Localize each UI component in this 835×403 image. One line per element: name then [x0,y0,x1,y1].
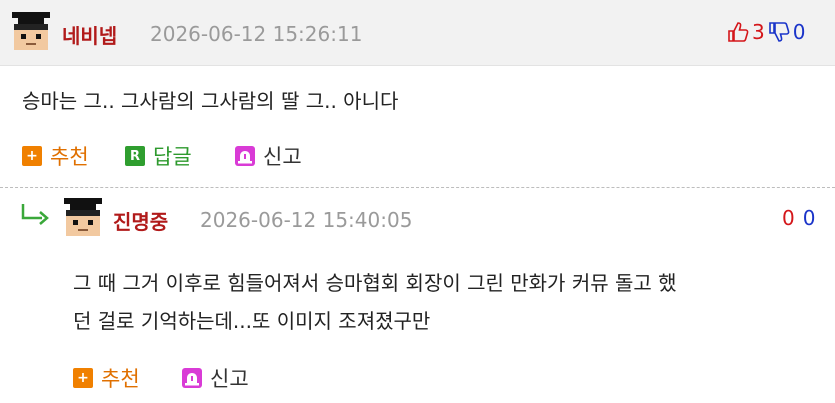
plus-icon: + [22,146,42,166]
report-button[interactable]: 신고 [182,363,249,393]
recommend-label: 추천 [101,367,140,391]
avatar-icon [12,12,50,50]
r-icon: R [125,146,145,166]
report-label: 신고 [210,367,249,391]
comment-header [0,0,835,66]
report-label: 신고 [263,145,302,169]
comment-timestamp: 2026-06-12 15:40:05 [200,208,413,232]
comment-body: 승마는 그.. 그사람의 그사람의 딸 그.. 아니다 [22,89,399,113]
thumbs-down-icon[interactable] [768,21,790,43]
thumbs-up-icon[interactable] [727,21,749,43]
comment-timestamp: 2026-06-12 15:26:11 [150,22,363,46]
avatar-icon [64,198,102,236]
comment-body-line: 던 걸로 기억하는데...또 이미지 조져졌구만 [73,309,431,333]
downvote-count: 0 [802,206,816,230]
vote-box: 0 0 [782,206,815,230]
plus-icon: + [73,368,93,388]
reply-button[interactable]: R 답글 [125,141,192,171]
reply-arrow-icon [21,204,49,225]
recommend-button[interactable]: + 추천 [22,141,89,171]
siren-icon [235,146,255,166]
recommend-label: 추천 [50,145,89,169]
vote-box: 3 0 [727,20,805,44]
upvote-count: 0 [782,206,795,230]
upvote-count: 3 [752,20,765,44]
comment-nickname[interactable]: 진명중 [113,206,168,235]
recommend-button[interactable]: + 추천 [73,363,140,393]
report-button[interactable]: 신고 [235,141,302,171]
siren-icon [182,368,202,388]
comment-body-line: 그 때 그거 이후로 힘들어져서 승마협회 회장이 그린 만화가 커뮤 돌고 했 [73,271,677,295]
reply-label: 답글 [153,145,192,169]
comment-nickname[interactable]: 네비넵 [62,20,117,49]
downvote-count: 0 [792,20,806,44]
comment-divider [0,187,835,188]
